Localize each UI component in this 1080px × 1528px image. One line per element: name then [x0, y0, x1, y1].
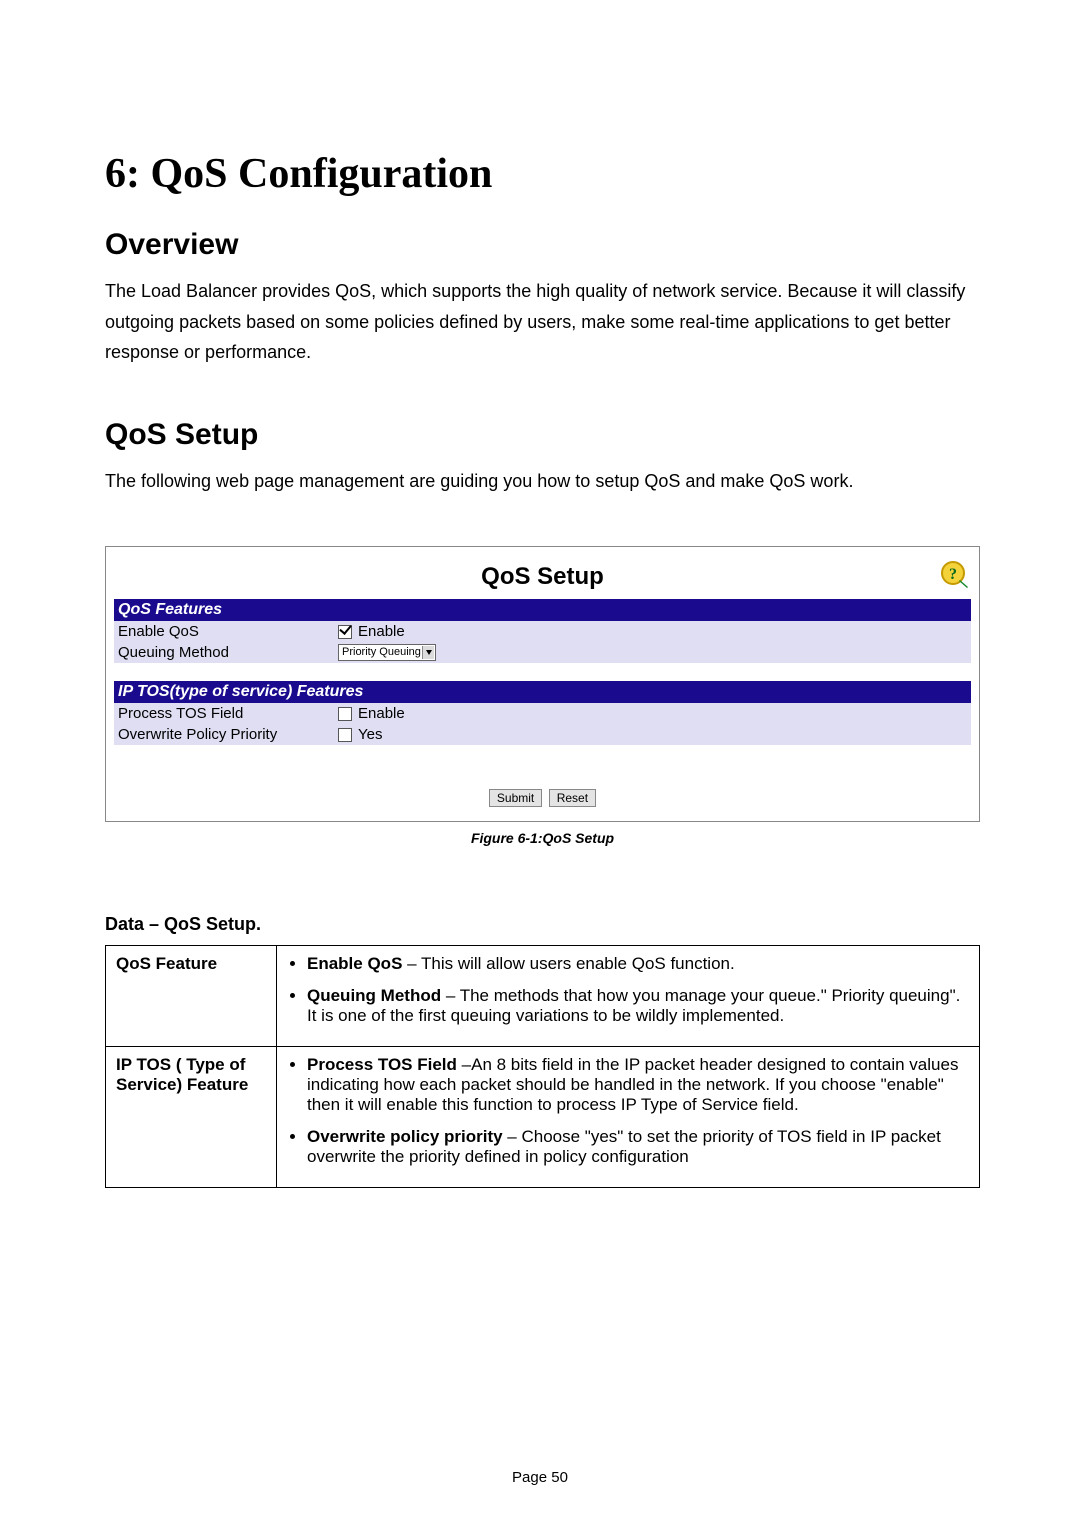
- enable-qos-checkbox[interactable]: [338, 625, 352, 639]
- overwrite-priority-row: Overwrite Policy Priority Yes: [114, 724, 971, 745]
- queuing-method-row: Queuing Method Priority Queuing: [114, 642, 971, 663]
- ip-tos-features-bar: IP TOS(type of service) Features: [114, 681, 971, 703]
- process-tos-value: Enable: [358, 705, 405, 722]
- figure-caption: Figure 6-1:QoS Setup: [105, 830, 980, 846]
- overwrite-priority-checkbox[interactable]: [338, 728, 352, 742]
- list-item: Enable QoS – This will allow users enabl…: [307, 954, 969, 974]
- reset-button[interactable]: Reset: [549, 789, 596, 807]
- setup-heading: QoS Setup: [105, 418, 980, 452]
- setup-intro: The following web page management are gu…: [105, 466, 980, 497]
- enable-qos-label: Enable QoS: [118, 623, 338, 640]
- data-table-heading: Data – QoS Setup.: [105, 914, 980, 935]
- enable-qos-value: Enable: [358, 623, 405, 640]
- qos-features-bar: QoS Features: [114, 599, 971, 621]
- process-tos-row: Process TOS Field Enable: [114, 703, 971, 724]
- document-page: 6: QoS Configuration Overview The Load B…: [0, 0, 1080, 1528]
- table-feature-label: IP TOS ( Type of Service) Feature: [106, 1047, 277, 1188]
- qos-setup-screenshot: QoS Setup ? QoS Features Enable QoS Enab…: [105, 546, 980, 822]
- page-number: Page 50: [0, 1469, 1080, 1486]
- screenshot-title-text: QoS Setup: [481, 563, 604, 590]
- list-item: Overwrite policy priority – Choose "yes"…: [307, 1127, 969, 1167]
- submit-button[interactable]: Submit: [489, 789, 542, 807]
- overview-text: The Load Balancer provides QoS, which su…: [105, 276, 980, 368]
- enable-qos-row: Enable QoS Enable: [114, 621, 971, 642]
- qos-data-table: QoS Feature Enable QoS – This will allow …: [105, 945, 980, 1188]
- queuing-method-label: Queuing Method: [118, 644, 338, 661]
- overwrite-priority-label: Overwrite Policy Priority: [118, 726, 338, 743]
- svg-text:?: ?: [949, 566, 957, 583]
- table-feature-desc: Process TOS Field –An 8 bits field in th…: [277, 1047, 980, 1188]
- screenshot-title: QoS Setup ?: [114, 563, 971, 591]
- chapter-title: 6: QoS Configuration: [105, 150, 980, 198]
- list-item: Queuing Method – The methods that how yo…: [307, 986, 969, 1026]
- overwrite-priority-value: Yes: [358, 726, 382, 743]
- process-tos-checkbox[interactable]: [338, 707, 352, 721]
- help-icon[interactable]: ?: [939, 559, 969, 589]
- table-feature-label: QoS Feature: [106, 946, 277, 1047]
- overview-heading: Overview: [105, 228, 980, 262]
- table-feature-desc: Enable QoS – This will allow users enabl…: [277, 946, 980, 1047]
- queuing-method-select[interactable]: Priority Queuing: [338, 644, 436, 661]
- list-item: Process TOS Field –An 8 bits field in th…: [307, 1055, 969, 1115]
- process-tos-label: Process TOS Field: [118, 705, 338, 722]
